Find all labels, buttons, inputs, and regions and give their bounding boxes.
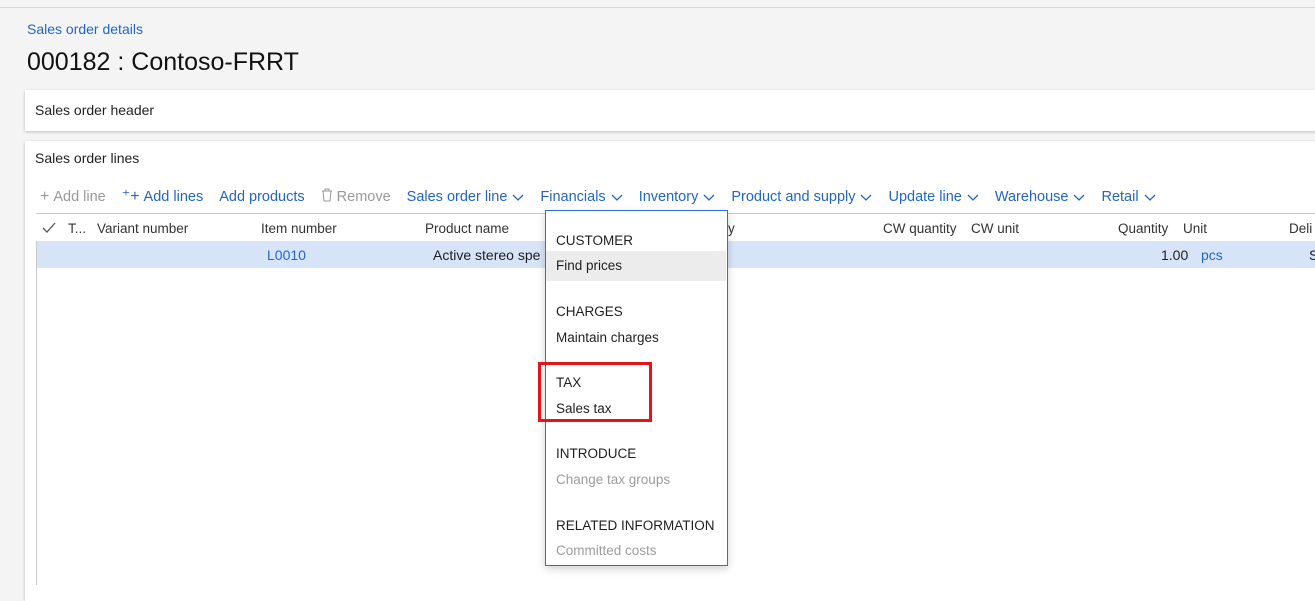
sales-tax-label: Sales tax (556, 401, 612, 416)
retail-menu[interactable]: Retail (1101, 189, 1156, 205)
committed-costs-label: Committed costs (556, 543, 657, 558)
add-products-label: Add products (219, 189, 305, 205)
chevron-down-icon (611, 194, 623, 201)
column-header-category[interactable]: y (728, 221, 735, 236)
financials-label: Financials (540, 189, 606, 205)
financials-dropdown: CUSTOMER Find prices CHARGES Maintain ch… (545, 210, 728, 566)
find-prices-menu-item[interactable]: Find prices (546, 251, 726, 281)
introduce-group-header: INTRODUCE (556, 446, 637, 461)
add-line-button[interactable]: + Add line (40, 188, 106, 206)
column-header-delivery[interactable]: Deli (1289, 221, 1312, 236)
chevron-down-icon (512, 194, 524, 201)
top-divider (0, 7, 1315, 8)
retail-label: Retail (1101, 189, 1139, 205)
maintain-charges-label: Maintain charges (556, 330, 659, 345)
committed-costs-menu-item[interactable]: Committed costs (546, 536, 726, 566)
add-lines-label: Add lines (143, 189, 204, 205)
column-header-unit[interactable]: Unit (1183, 221, 1207, 236)
add-products-button[interactable]: Add products (219, 189, 304, 205)
product-and-supply-menu[interactable]: Product and supply (731, 189, 872, 205)
sales-order-header-section[interactable]: Sales order header (25, 90, 1315, 131)
column-header-cw-unit[interactable]: CW unit (971, 221, 1019, 236)
column-header-product-name[interactable]: Product name (425, 221, 509, 236)
financials-menu[interactable]: Financials (540, 189, 623, 205)
column-header-quantity[interactable]: Quantity (1118, 221, 1168, 236)
sales-order-line-menu[interactable]: Sales order line (407, 189, 525, 205)
page-title: 000182 : Contoso-FRRT (27, 48, 299, 76)
sales-order-line-label: Sales order line (406, 189, 508, 205)
warehouse-label: Warehouse (994, 189, 1069, 205)
grid-left-border (36, 241, 37, 585)
lines-toolbar: + Add line ⁺+ Add lines Add products Rem… (40, 187, 1172, 207)
chevron-down-icon (1074, 194, 1085, 201)
column-header-cw-quantity[interactable]: CW quantity (883, 221, 957, 236)
chevron-down-icon (703, 194, 715, 201)
update-line-label: Update line (888, 189, 962, 205)
find-prices-label: Find prices (556, 258, 623, 273)
plus-icon: + (40, 188, 50, 205)
customer-group-header: CUSTOMER (556, 233, 634, 248)
add-line-label: Add line (53, 189, 106, 205)
change-tax-groups-menu-item[interactable]: Change tax groups (546, 465, 726, 495)
chevron-down-icon (1144, 194, 1156, 201)
breadcrumb[interactable]: Sales order details (27, 21, 143, 37)
delivery-cell: S (1309, 247, 1315, 263)
charges-group-header: CHARGES (556, 304, 623, 319)
plus-multiple-icon: ⁺+ (121, 188, 140, 205)
item-number-cell[interactable]: L0010 (267, 247, 306, 263)
tax-group-header: TAX (556, 375, 582, 390)
product-name-cell: Active stereo spe (433, 247, 541, 263)
chevron-down-icon (967, 194, 979, 201)
add-lines-button[interactable]: ⁺+ Add lines (121, 188, 204, 206)
section-title[interactable]: Sales order lines (35, 150, 139, 166)
remove-button[interactable]: Remove (321, 188, 391, 206)
inventory-label: Inventory (638, 189, 699, 205)
quantity-cell: 1.00 (1161, 247, 1189, 263)
column-header-item-number[interactable]: Item number (261, 221, 337, 236)
section-title[interactable]: Sales order header (35, 102, 154, 118)
unit-cell[interactable]: pcs (1201, 247, 1223, 263)
inventory-menu[interactable]: Inventory (639, 189, 716, 205)
chevron-down-icon (861, 194, 872, 201)
select-all-checkmark-icon[interactable] (42, 222, 56, 233)
column-header-variant-number[interactable]: Variant number (97, 221, 188, 236)
column-header-type[interactable]: T... (68, 221, 86, 236)
change-tax-groups-label: Change tax groups (556, 472, 671, 487)
maintain-charges-menu-item[interactable]: Maintain charges (546, 323, 726, 353)
update-line-menu[interactable]: Update line (888, 189, 979, 205)
related-information-group-header: RELATED INFORMATION (556, 518, 715, 533)
trash-icon (321, 188, 333, 206)
warehouse-menu[interactable]: Warehouse (995, 189, 1086, 205)
product-and-supply-label: Product and supply (731, 189, 856, 205)
sales-tax-menu-item[interactable]: Sales tax (546, 394, 726, 424)
remove-label: Remove (336, 189, 391, 205)
